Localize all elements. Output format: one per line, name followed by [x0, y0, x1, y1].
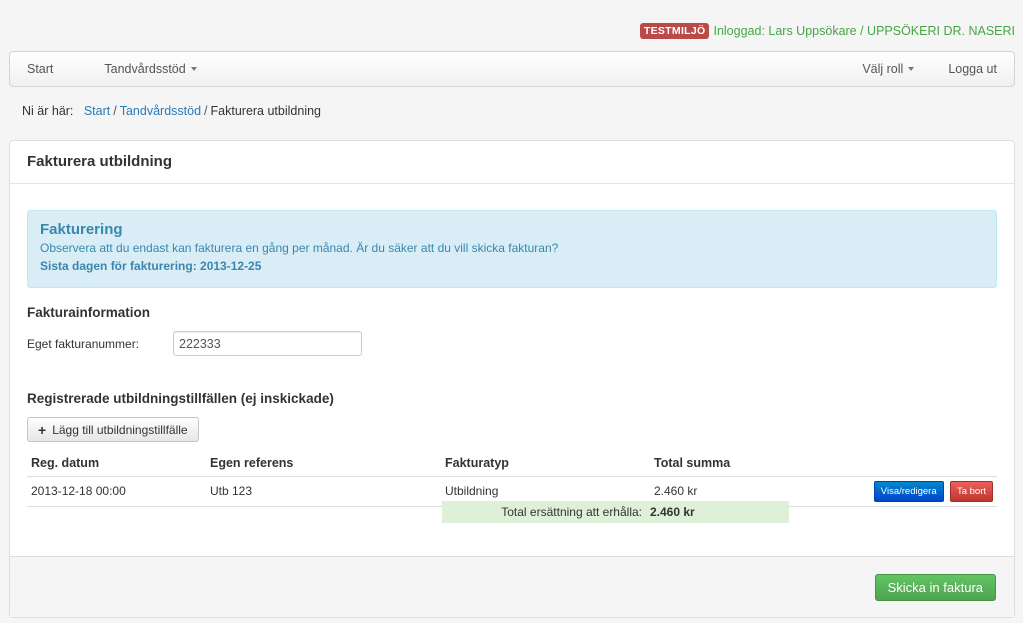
main-navbar: Start Tandvårdsstöd Välj roll Logga ut	[9, 51, 1015, 87]
plus-icon: +	[38, 421, 47, 438]
nav-tandvardsstod-dropdown[interactable]: Tandvårdsstöd	[87, 52, 213, 86]
column-header-egen-referens: Egen referens	[206, 450, 441, 477]
invoice-number-row: Eget fakturanummer:	[27, 331, 362, 356]
info-alert: Fakturering Observera att du endast kan …	[27, 210, 997, 288]
panel-heading: Fakturera utbildning	[10, 141, 1014, 184]
cell-reg-datum: 2013-12-18 00:00	[27, 476, 206, 507]
cell-egen-referens: Utb 123	[206, 476, 441, 507]
nav-start[interactable]: Start	[10, 52, 87, 86]
table-header-row: Reg. datum Egen referens Fakturatyp Tota…	[27, 450, 997, 477]
nav-valj-roll-label: Välj roll	[862, 62, 904, 76]
nav-start-label: Start	[27, 62, 54, 76]
invoice-number-input[interactable]	[173, 331, 362, 356]
breadcrumb-prefix: Ni är här:	[22, 104, 74, 118]
page-title: Fakturera utbildning	[27, 153, 173, 170]
invoice-panel: Fakturera utbildning Fakturering Observe…	[9, 140, 1015, 618]
breadcrumb-separator: /	[204, 104, 208, 118]
cell-actions: Visa/redigera Ta bort	[760, 476, 997, 507]
sessions-table: Reg. datum Egen referens Fakturatyp Tota…	[27, 450, 997, 507]
invoice-number-label: Eget fakturanummer:	[27, 336, 140, 351]
nav-logga-ut[interactable]: Logga ut	[931, 52, 1014, 86]
environment-badge: TESTMILJÖ	[639, 23, 710, 39]
sessions-title: Registrerade utbildningstillfällen (ej i…	[27, 391, 334, 406]
caret-down-icon	[190, 67, 197, 71]
column-header-actions	[760, 450, 997, 477]
delete-button[interactable]: Ta bort	[949, 480, 993, 502]
total-label: Total ersättning att erhålla:	[501, 505, 642, 519]
logged-in-user: Inloggad: Lars Uppsökare / UPPSÖKERI DR.…	[713, 24, 1015, 38]
total-compensation-bar: Total ersättning att erhålla: 2.460 kr	[442, 501, 789, 523]
alert-heading: Fakturering	[40, 221, 123, 238]
column-header-fakturatyp: Fakturatyp	[441, 450, 650, 477]
panel-footer: Skicka in faktura	[10, 556, 1014, 617]
column-header-reg-datum: Reg. datum	[27, 450, 206, 477]
alert-message: Observera att du endast kan fakturera en…	[40, 241, 559, 255]
edit-button[interactable]: Visa/redigera	[873, 480, 944, 502]
total-value: 2.460 kr	[650, 505, 695, 519]
breadcrumb-separator: /	[113, 104, 117, 118]
breadcrumb-link-tandvardsstod[interactable]: Tandvårdsstöd	[120, 104, 201, 118]
breadcrumb-current: Fakturera utbildning	[210, 104, 321, 118]
caret-down-icon	[908, 67, 915, 71]
alert-deadline: Sista dagen för fakturering: 2013-12-25	[40, 259, 262, 273]
add-session-label: Lägg till utbildningstillfälle	[52, 422, 188, 437]
nav-logga-ut-label: Logga ut	[948, 62, 997, 76]
add-session-button[interactable]: + Lägg till utbildningstillfälle	[27, 417, 199, 442]
nav-tandvardsstod-label: Tandvårdsstöd	[104, 62, 186, 76]
breadcrumb: Ni är här: Start / Tandvårdsstöd / Fakturera…	[22, 104, 321, 118]
submit-invoice-button[interactable]: Skicka in faktura	[874, 574, 996, 601]
column-header-total-summa: Total summa	[650, 450, 760, 477]
navbar-right: Välj roll Logga ut	[845, 52, 1014, 86]
top-status-bar: TESTMILJÖ Inloggad: Lars Uppsökare / UPP…	[639, 23, 1015, 39]
invoice-info-title: Fakturainformation	[27, 305, 151, 320]
nav-valj-roll-dropdown[interactable]: Välj roll	[845, 52, 931, 86]
navbar-left: Start Tandvårdsstöd	[10, 52, 214, 86]
breadcrumb-link-start[interactable]: Start	[84, 104, 110, 118]
